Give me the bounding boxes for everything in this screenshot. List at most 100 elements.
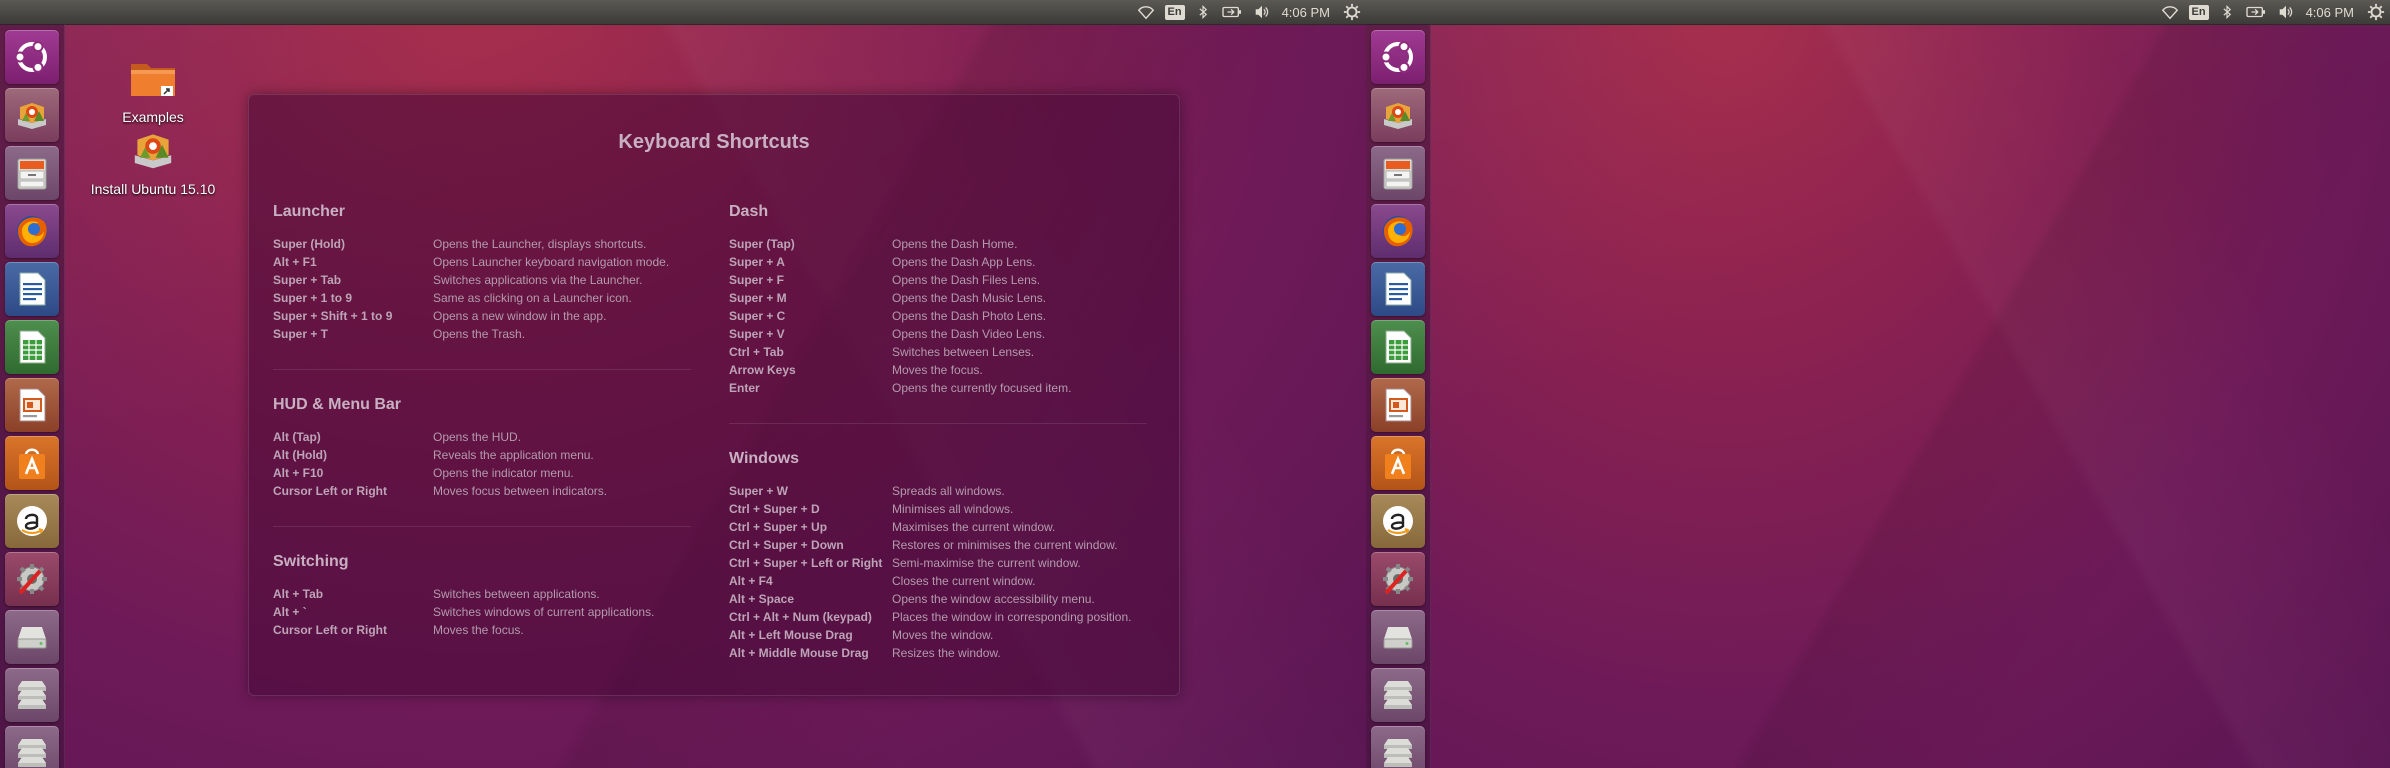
shortcut-desc: Switches windows of current applications… (433, 605, 655, 619)
launcher-item-ubuntu-software[interactable] (1371, 436, 1425, 490)
shortcut-desc: Opens the Dash Video Lens. (892, 327, 1046, 341)
shortcut-key: Ctrl + Alt + Num (keypad) (729, 610, 872, 624)
workspaces-icon (1378, 733, 1418, 768)
launcher (1366, 24, 1431, 768)
ubuntu-logo-icon (12, 37, 52, 77)
keyboard-indicator[interactable]: En (1164, 0, 1185, 24)
bluetooth-icon[interactable] (1195, 0, 1211, 24)
wifi-icon[interactable] (1137, 0, 1155, 24)
section-divider (273, 369, 691, 370)
session-gear-icon[interactable] (2367, 0, 2385, 24)
shortcut-row: Super + M Opens the Dash Music Lens. (729, 289, 1169, 307)
shortcut-row: Cursor Left or Right Moves the focus. (273, 621, 713, 639)
shortcut-row: Ctrl + Super + Left or Right Semi-maximis… (729, 554, 1169, 572)
shortcut-desc: Semi-maximise the current window. (892, 556, 1081, 570)
shortcut-key: Ctrl + Super + Up (729, 520, 828, 534)
launcher-item-install-ubuntu[interactable] (5, 88, 59, 142)
shortcut-desc: Moves the focus. (433, 623, 524, 637)
shortcut-desc: Switches applications via the Launcher. (433, 273, 643, 287)
shortcut-row: Super + W Spreads all windows. (729, 482, 1169, 500)
launcher-item-trash[interactable] (1371, 726, 1425, 768)
launcher-item-files[interactable] (1371, 146, 1425, 200)
launcher-item-workspace-switcher[interactable] (5, 668, 59, 722)
launcher-item-workspace-switcher[interactable] (1371, 668, 1425, 722)
launcher-item-ubuntu-software[interactable] (5, 436, 59, 490)
section-title: HUD & Menu Bar (273, 396, 402, 413)
wifi-icon[interactable] (2161, 0, 2179, 24)
shortcut-key: Super + 1 to 9 (273, 291, 353, 305)
desktop-icon-examples[interactable]: Examples (88, 52, 218, 125)
shortcut-key: Arrow Keys (729, 363, 796, 377)
shortcut-desc: Opens the Dash Home. (892, 237, 1018, 251)
launcher-item-dash-home[interactable] (1371, 30, 1425, 84)
launcher-item-firefox[interactable] (5, 204, 59, 258)
shortcut-desc: Places the window in corresponding posit… (892, 610, 1132, 624)
keyboard-indicator[interactable]: En (2188, 0, 2209, 24)
impress-slides-icon (12, 385, 52, 425)
launcher-item-libreoffice-impress[interactable] (1371, 378, 1425, 432)
session-gear-icon[interactable] (1343, 0, 1361, 24)
shortcut-row: Alt + Left Mouse Drag Moves the window. (729, 626, 1169, 644)
launcher-item-amazon[interactable] (1371, 494, 1425, 548)
drive-icon (1378, 617, 1418, 657)
writer-doc-icon (12, 269, 52, 309)
launcher-item-libreoffice-writer[interactable] (1371, 262, 1425, 316)
bluetooth-icon[interactable] (2219, 0, 2235, 24)
shortcut-row: Ctrl + Super + D Minimises all windows. (729, 500, 1169, 518)
shortcut-desc: Restores or minimises the current window… (892, 538, 1118, 552)
shortcut-desc: Maximises the current window. (892, 520, 1056, 534)
desktop-icon-install-ubuntu[interactable]: Install Ubuntu 15.10 (88, 124, 218, 197)
launcher-item-system-settings[interactable] (1371, 552, 1425, 606)
section-switching: Switching Alt + Tab Switches between appl… (273, 553, 713, 639)
shortcut-row: Alt + F10 Opens the indicator menu. (273, 464, 713, 482)
settings-tools-icon (12, 559, 52, 599)
workspaces-icon (12, 733, 52, 768)
shortcut-row: Arrow Keys Moves the focus. (729, 361, 1169, 379)
shortcut-desc: Moves focus between indicators. (433, 484, 608, 498)
launcher-item-libreoffice-calc[interactable] (1371, 320, 1425, 374)
battery-icon[interactable] (1221, 0, 1243, 24)
battery-icon[interactable] (2245, 0, 2267, 24)
shortcut-row: Super + Shift + 1 to 9 Opens a new window… (273, 307, 713, 325)
launcher-item-firefox[interactable] (1371, 204, 1425, 258)
file-cabinet-icon (12, 153, 52, 193)
shortcut-row: Alt + F4 Closes the current window. (729, 572, 1169, 590)
shortcut-key: Super (Tap) (729, 237, 795, 251)
drive-icon (12, 617, 52, 657)
shortcut-row: Alt + Middle Mouse Drag Resizes the windo… (729, 644, 1169, 662)
shortcut-row: Alt + ` Switches windows of current appli… (273, 603, 713, 621)
launcher-item-libreoffice-calc[interactable] (5, 320, 59, 374)
shortcut-key: Super + A (729, 255, 785, 269)
clock[interactable]: 4:06 PM (1282, 0, 1330, 24)
launcher-item-system-settings[interactable] (5, 552, 59, 606)
launcher-item-removable-drive[interactable] (5, 610, 59, 664)
shortcut-row: Alt + F1 Opens Launcher keyboard navigati… (273, 253, 713, 271)
launcher-item-libreoffice-impress[interactable] (5, 378, 59, 432)
folder-icon (127, 52, 179, 104)
volume-icon[interactable] (2277, 0, 2295, 24)
shortcut-desc: Reveals the application menu. (433, 448, 594, 462)
section-launcher: Launcher Super (Hold) Opens the Launcher,… (273, 203, 713, 343)
shortcut-desc: Switches between applications. (433, 587, 600, 601)
launcher-item-dash-home[interactable] (5, 30, 59, 84)
shortcut-desc: Opens the Dash Photo Lens. (892, 309, 1047, 323)
shortcut-key: Alt + F1 (273, 255, 317, 269)
launcher-item-libreoffice-writer[interactable] (5, 262, 59, 316)
calc-sheet-icon (12, 327, 52, 367)
section-title: Switching (273, 553, 349, 570)
clock[interactable]: 4:06 PM (2306, 0, 2354, 24)
volume-icon[interactable] (1253, 0, 1271, 24)
shortcut-row: Super + F Opens the Dash Files Lens. (729, 271, 1169, 289)
shortcut-row: Super + T Opens the Trash. (273, 325, 713, 343)
shortcut-desc: Opens the Launcher, displays shortcuts. (433, 237, 647, 251)
launcher-item-removable-drive[interactable] (1371, 610, 1425, 664)
shortcut-row: Cursor Left or Right Moves focus between … (273, 482, 713, 500)
shortcut-desc: Opens a new window in the app. (433, 309, 607, 323)
launcher-item-files[interactable] (5, 146, 59, 200)
shortcut-row: Ctrl + Tab Switches between Lenses. (729, 343, 1169, 361)
shortcut-key: Super + C (729, 309, 786, 323)
launcher-item-amazon[interactable] (5, 494, 59, 548)
shortcut-desc: Opens Launcher keyboard navigation mode. (433, 255, 670, 269)
launcher-item-trash[interactable] (5, 726, 59, 768)
launcher-item-install-ubuntu[interactable] (1371, 88, 1425, 142)
